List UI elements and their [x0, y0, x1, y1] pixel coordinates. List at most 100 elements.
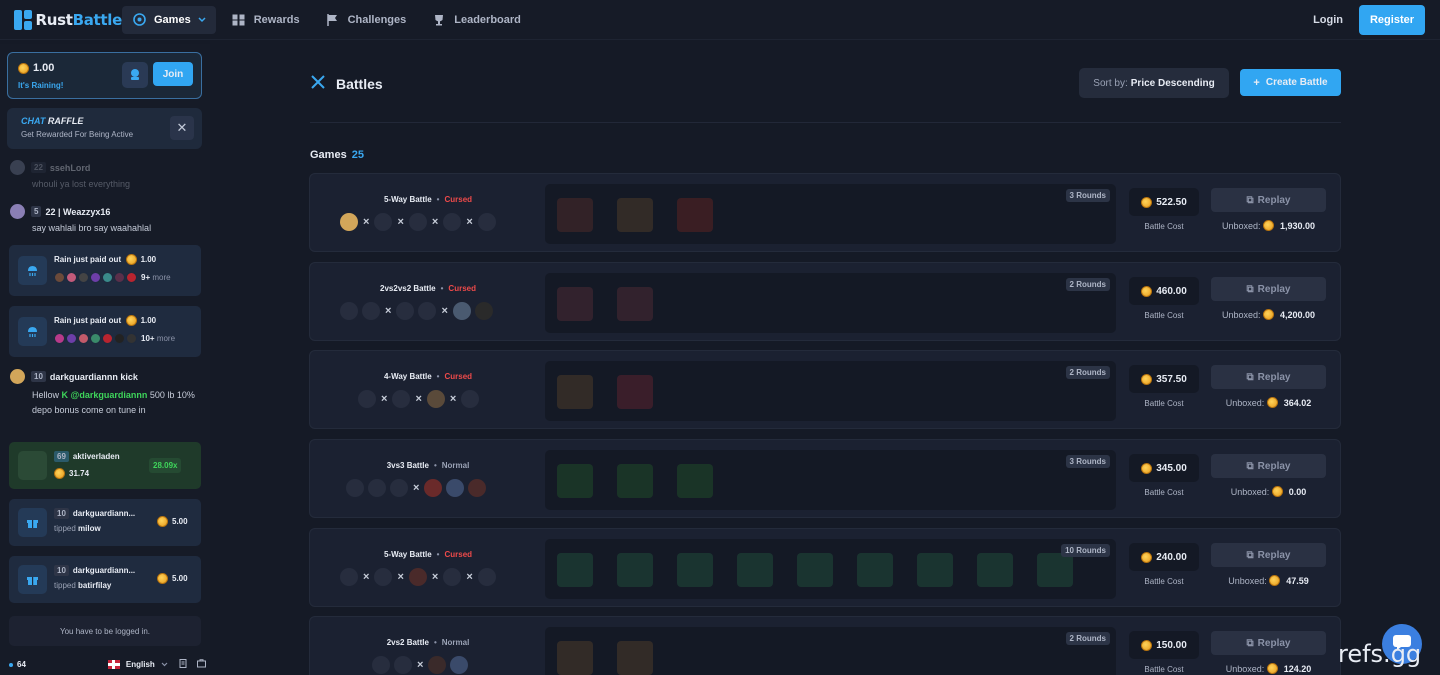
versus-icon: × — [431, 216, 439, 228]
replay-button[interactable]: ⧉ Replay — [1211, 631, 1326, 655]
rules-icon[interactable] — [179, 659, 187, 670]
battle-row[interactable]: 2vs2 Battle • Normal × 2 Rounds 150.00 Bat… — [309, 616, 1341, 675]
versus-icon: × — [363, 571, 370, 583]
nav-challenges-label: Challenges — [347, 13, 407, 26]
chat-text: whouli ya lost everything — [32, 179, 131, 189]
gift-icon — [18, 565, 47, 594]
nav-rewards[interactable]: Rewards — [222, 6, 310, 34]
close-icon[interactable]: ✕ — [170, 116, 194, 140]
avatar[interactable] — [10, 160, 25, 175]
replay-button[interactable]: ⧉ Replay — [1211, 454, 1326, 478]
chat-text: say wahlali bro say waahahlal — [32, 223, 152, 233]
battle-row[interactable]: 3vs3 Battle • Normal × 3 Rounds 345.00 Bat… — [309, 439, 1341, 518]
avatar — [114, 333, 125, 344]
rain-icon — [122, 62, 148, 88]
more-count: 9+ — [141, 273, 151, 282]
battle-row[interactable]: 2vs2vs2 Battle • Cursed × × 2 Rounds 460.0… — [309, 262, 1341, 341]
battle-row[interactable]: 4-Way Battle • Cursed × × × 2 Rounds 357.5… — [309, 350, 1341, 429]
battle-name: 5-Way Battle — [383, 550, 432, 559]
case-image — [557, 464, 593, 498]
player-avatar — [450, 656, 469, 674]
battle-price: 345.00 — [1156, 462, 1187, 474]
versus-icon: × — [385, 305, 392, 317]
coin-icon — [18, 62, 29, 74]
replay-button[interactable]: ⧉ Replay — [1211, 188, 1326, 212]
level-badge: 69 — [54, 451, 69, 462]
player-avatar — [390, 479, 408, 497]
login-button[interactable]: Login — [1313, 14, 1343, 26]
replay-button[interactable]: ⧉ Replay — [1211, 277, 1326, 301]
chat-username[interactable]: darkguardiannn kick — [50, 372, 138, 382]
player-avatar — [340, 213, 358, 231]
versus-icon: × — [397, 571, 404, 583]
replay-icon: ⧉ — [1246, 194, 1254, 206]
rain-amount: 1.00 — [33, 62, 55, 74]
avatar-row: 9+ more — [54, 272, 171, 283]
battle-cost: 345.00 — [1129, 454, 1199, 482]
sort-value: Price Descending — [1130, 77, 1215, 89]
player-avatar — [374, 213, 393, 231]
level-badge: 10 — [54, 565, 69, 576]
case-image — [677, 464, 713, 498]
nav-games[interactable]: Games — [122, 5, 216, 34]
case-image — [857, 553, 893, 587]
battle-cost: 460.00 — [1129, 277, 1199, 305]
nav-challenges[interactable]: Challenges — [316, 6, 417, 34]
games-count: 25 — [351, 149, 364, 161]
chat-username[interactable]: 22 | Weazzyx16 — [45, 207, 110, 217]
player-avatar — [396, 302, 415, 320]
battle-row[interactable]: 5-Way Battle • Cursed × × × × 10 Rounds 24… — [309, 528, 1341, 607]
player-avatar — [346, 479, 364, 497]
versus-icon: × — [413, 482, 420, 494]
case-image — [917, 553, 953, 587]
case-strip: 2 Rounds — [545, 361, 1116, 421]
replay-icon: ⧉ — [1246, 637, 1254, 649]
chat-username[interactable]: ssehLord — [50, 163, 91, 173]
sort-label: Sort by: — [1093, 77, 1128, 89]
swords-icon — [310, 74, 326, 93]
case-image — [617, 287, 653, 321]
logo[interactable]: RustBattle — [14, 9, 122, 30]
chat-mention[interactable]: @darkguardiannn — [71, 390, 148, 400]
raffle-title-chat: CHAT — [21, 116, 46, 126]
coin-icon — [1269, 575, 1281, 586]
avatar-row: 10+ more — [54, 333, 175, 344]
player-avatar — [474, 302, 493, 320]
unboxed-total: Unboxed: 124.20 — [1211, 663, 1326, 674]
player-avatar — [340, 302, 358, 320]
battle-row[interactable]: 5-Way Battle • Cursed × × × × 3 Rounds 522… — [309, 173, 1341, 252]
register-button[interactable]: Register — [1359, 4, 1425, 35]
replay-button[interactable]: ⧉ Replay — [1211, 543, 1326, 567]
case-image — [557, 553, 593, 587]
player-avatar — [408, 213, 427, 231]
rewards-icon — [232, 13, 246, 27]
replay-label: Replay — [1257, 283, 1291, 295]
versus-icon: × — [466, 216, 473, 228]
online-dot-icon — [9, 662, 13, 667]
unboxed-value: 364.02 — [1283, 397, 1312, 408]
rounds-badge: 3 Rounds — [1065, 455, 1110, 468]
player-avatar — [477, 213, 496, 231]
case-image — [557, 287, 593, 321]
battle-cost-label: Battle Cost — [1144, 577, 1184, 586]
avatar[interactable] — [10, 204, 25, 219]
case-image — [557, 641, 593, 675]
sort-dropdown[interactable]: Sort by: Price Descending — [1079, 68, 1229, 98]
avatar — [126, 333, 137, 344]
player-avatar — [468, 479, 487, 497]
player-avatar — [394, 656, 412, 674]
gamepad-icon — [132, 13, 146, 27]
avatar[interactable] — [10, 369, 25, 384]
level-badge: 10 — [54, 508, 69, 519]
nav-leaderboard[interactable]: Leaderboard — [422, 6, 531, 34]
player-avatar — [340, 568, 358, 586]
create-battle-button[interactable]: + Create Battle — [1240, 69, 1341, 96]
settings-icon[interactable] — [196, 659, 206, 670]
case-image — [1037, 553, 1073, 587]
language-selector[interactable]: English — [107, 660, 168, 669]
case-image — [617, 375, 653, 409]
rain-join-button[interactable]: Join — [153, 62, 193, 86]
versus-icon: × — [415, 393, 422, 405]
replay-button[interactable]: ⧉ Replay — [1211, 365, 1326, 389]
rain-payout-title: Rain just paid out — [54, 255, 122, 264]
